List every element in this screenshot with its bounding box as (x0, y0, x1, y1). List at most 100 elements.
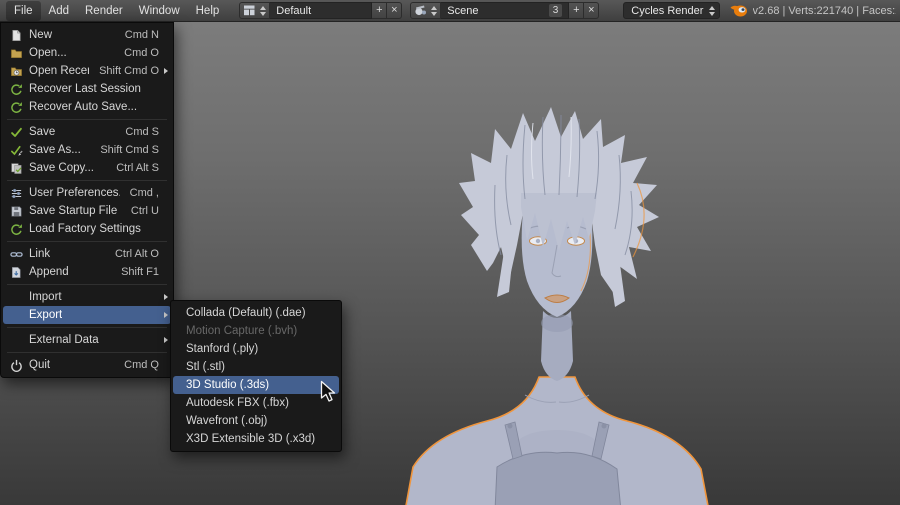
menu-item-label: Wavefront (.obj) (186, 415, 267, 427)
add-layout-button[interactable]: + (372, 2, 387, 19)
menu-item-label: Stanford (.ply) (186, 343, 258, 355)
recover-icon (9, 101, 24, 114)
submenu-arrow-icon (159, 337, 168, 343)
file-menu-item-external-data[interactable]: External Data (3, 331, 171, 349)
export-menu-item-wavefront-obj[interactable]: Wavefront (.obj) (173, 412, 339, 430)
dropdown-arrows-icon (431, 6, 437, 16)
layout-selector: Default + × (239, 2, 402, 19)
file-menu-item-new[interactable]: NewCmd N (3, 26, 171, 44)
file-menu-item-import[interactable]: Import (3, 288, 171, 306)
menubar-render[interactable]: Render (77, 1, 131, 21)
menu-separator (7, 241, 167, 242)
file-menu-item-save-startup-file[interactable]: Save Startup FileCtrl U (3, 202, 171, 220)
file-menu-item-recover-last-session[interactable]: Recover Last Session (3, 80, 171, 98)
file-menu-item-export[interactable]: Export (3, 306, 171, 324)
export-menu-item-3d-studio-3ds[interactable]: 3D Studio (.3ds) (173, 376, 339, 394)
quit-icon (9, 359, 24, 372)
menu-separator (7, 180, 167, 181)
menu-item-label: Link (29, 248, 50, 260)
blank-icon (9, 309, 24, 322)
render-engine-selector[interactable]: Cycles Render (623, 2, 719, 19)
menu-item-label: New (29, 29, 52, 41)
export-menu-item-autodesk-fbx-fbx[interactable]: Autodesk FBX (.fbx) (173, 394, 339, 412)
blender-window: FileAddRenderWindowHelp Default + × (0, 0, 900, 505)
file-new-icon (9, 29, 24, 42)
file-menu-item-open[interactable]: Open...Cmd O (3, 44, 171, 62)
menu-item-label: Append (29, 266, 69, 278)
layout-browse-button[interactable] (239, 2, 270, 19)
menu-item-label: Import (29, 291, 62, 303)
menu-separator (7, 327, 167, 328)
file-menu-item-save-as[interactable]: Save As... Shift Cmd S (3, 141, 171, 159)
file-menu-item-link[interactable]: Link Ctrl Alt O (3, 245, 171, 263)
menu-item-shortcut: Ctrl Alt S (106, 162, 159, 174)
folder-recent-icon (9, 65, 24, 78)
export-menu-item-stl-stl[interactable]: Stl (.stl) (173, 358, 339, 376)
blender-logo-icon (730, 3, 748, 18)
menu-item-shortcut: Cmd , (120, 187, 159, 199)
menu-item-label: Load Factory Settings (29, 223, 141, 235)
folder-icon (9, 47, 24, 60)
file-menu-item-append[interactable]: Append Shift F1 (3, 263, 171, 281)
layout-name-field[interactable]: Default (270, 2, 372, 19)
menubar-file[interactable]: File (6, 1, 41, 21)
export-menu-item-x3d-extensible-3d-x3d[interactable]: X3D Extensible 3D (.x3d) (173, 430, 339, 448)
add-scene-button[interactable]: + (569, 2, 584, 19)
file-menu-item-user-preferences[interactable]: User Preferences...Cmd , (3, 184, 171, 202)
menu-item-label: Quit (29, 359, 50, 371)
menu-item-label: Save As... (29, 144, 81, 156)
prefs-icon (9, 187, 24, 200)
save-copy-icon (9, 162, 24, 175)
character-neck (541, 311, 573, 381)
menu-separator (7, 119, 167, 120)
menu-item-label: Save (29, 126, 55, 138)
menu-item-label: Save Startup File (29, 205, 117, 217)
character-model[interactable] (375, 95, 755, 505)
menu-item-label: Motion Capture (.bvh) (186, 325, 297, 337)
dropdown-arrows-icon (709, 6, 715, 16)
export-submenu: Collada (Default) (.dae) Motion Capture (… (170, 300, 342, 452)
scene-name-field[interactable]: Scene 3 (441, 2, 569, 19)
file-menu-item-save[interactable]: Save Cmd S (3, 123, 171, 141)
menu-item-label: X3D Extensible 3D (.x3d) (186, 433, 315, 445)
layout-name: Default (276, 5, 311, 17)
delete-scene-button[interactable]: × (584, 2, 599, 19)
menubar-window[interactable]: Window (131, 1, 188, 21)
dropdown-arrows-icon (260, 6, 266, 16)
file-menu: NewCmd NOpen...Cmd OOpen Recent...Shift … (0, 22, 174, 378)
menubar: FileAddRenderWindowHelp (6, 0, 227, 21)
append-icon (9, 266, 24, 279)
menu-item-shortcut: Shift Cmd S (90, 144, 159, 156)
export-menu-item-collada-default-dae[interactable]: Collada (Default) (.dae) (173, 304, 339, 322)
file-menu-item-load-factory-settings[interactable]: Load Factory Settings (3, 220, 171, 238)
export-menu-item-stanford-ply[interactable]: Stanford (.ply) (173, 340, 339, 358)
menu-separator (7, 284, 167, 285)
menu-item-shortcut: Ctrl Alt O (105, 248, 159, 260)
submenu-arrow-icon (159, 294, 168, 300)
scene-browse-button[interactable] (410, 2, 441, 19)
scene-selector: Scene 3 + × (410, 2, 599, 19)
menu-item-label: 3D Studio (.3ds) (186, 379, 269, 391)
submenu-arrow-icon (159, 68, 168, 74)
blank-icon (9, 291, 24, 304)
menu-item-shortcut: Shift F1 (111, 266, 159, 278)
menu-item-shortcut: Cmd O (114, 47, 159, 59)
recover-icon (9, 83, 24, 96)
delete-layout-button[interactable]: × (387, 2, 402, 19)
save-as-icon (9, 144, 24, 157)
menu-item-shortcut: Cmd S (115, 126, 159, 138)
scene-icon (414, 4, 427, 17)
menu-item-label: Open Recent... (29, 65, 89, 77)
menu-item-label: Collada (Default) (.dae) (186, 307, 306, 319)
menu-item-shortcut: Shift Cmd O (89, 65, 159, 77)
menubar-help[interactable]: Help (188, 1, 228, 21)
blank-icon (9, 334, 24, 347)
file-menu-item-recover-auto-save[interactable]: Recover Auto Save... (3, 98, 171, 116)
file-menu-item-quit[interactable]: QuitCmd Q (3, 356, 171, 374)
menu-item-label: External Data (29, 334, 99, 346)
menubar-add[interactable]: Add (41, 1, 77, 21)
file-menu-item-save-copy[interactable]: Save Copy...Ctrl Alt S (3, 159, 171, 177)
file-menu-item-open-recent[interactable]: Open Recent...Shift Cmd O (3, 62, 171, 80)
screen-layout-icon (243, 4, 256, 17)
mouse-cursor (320, 380, 338, 404)
